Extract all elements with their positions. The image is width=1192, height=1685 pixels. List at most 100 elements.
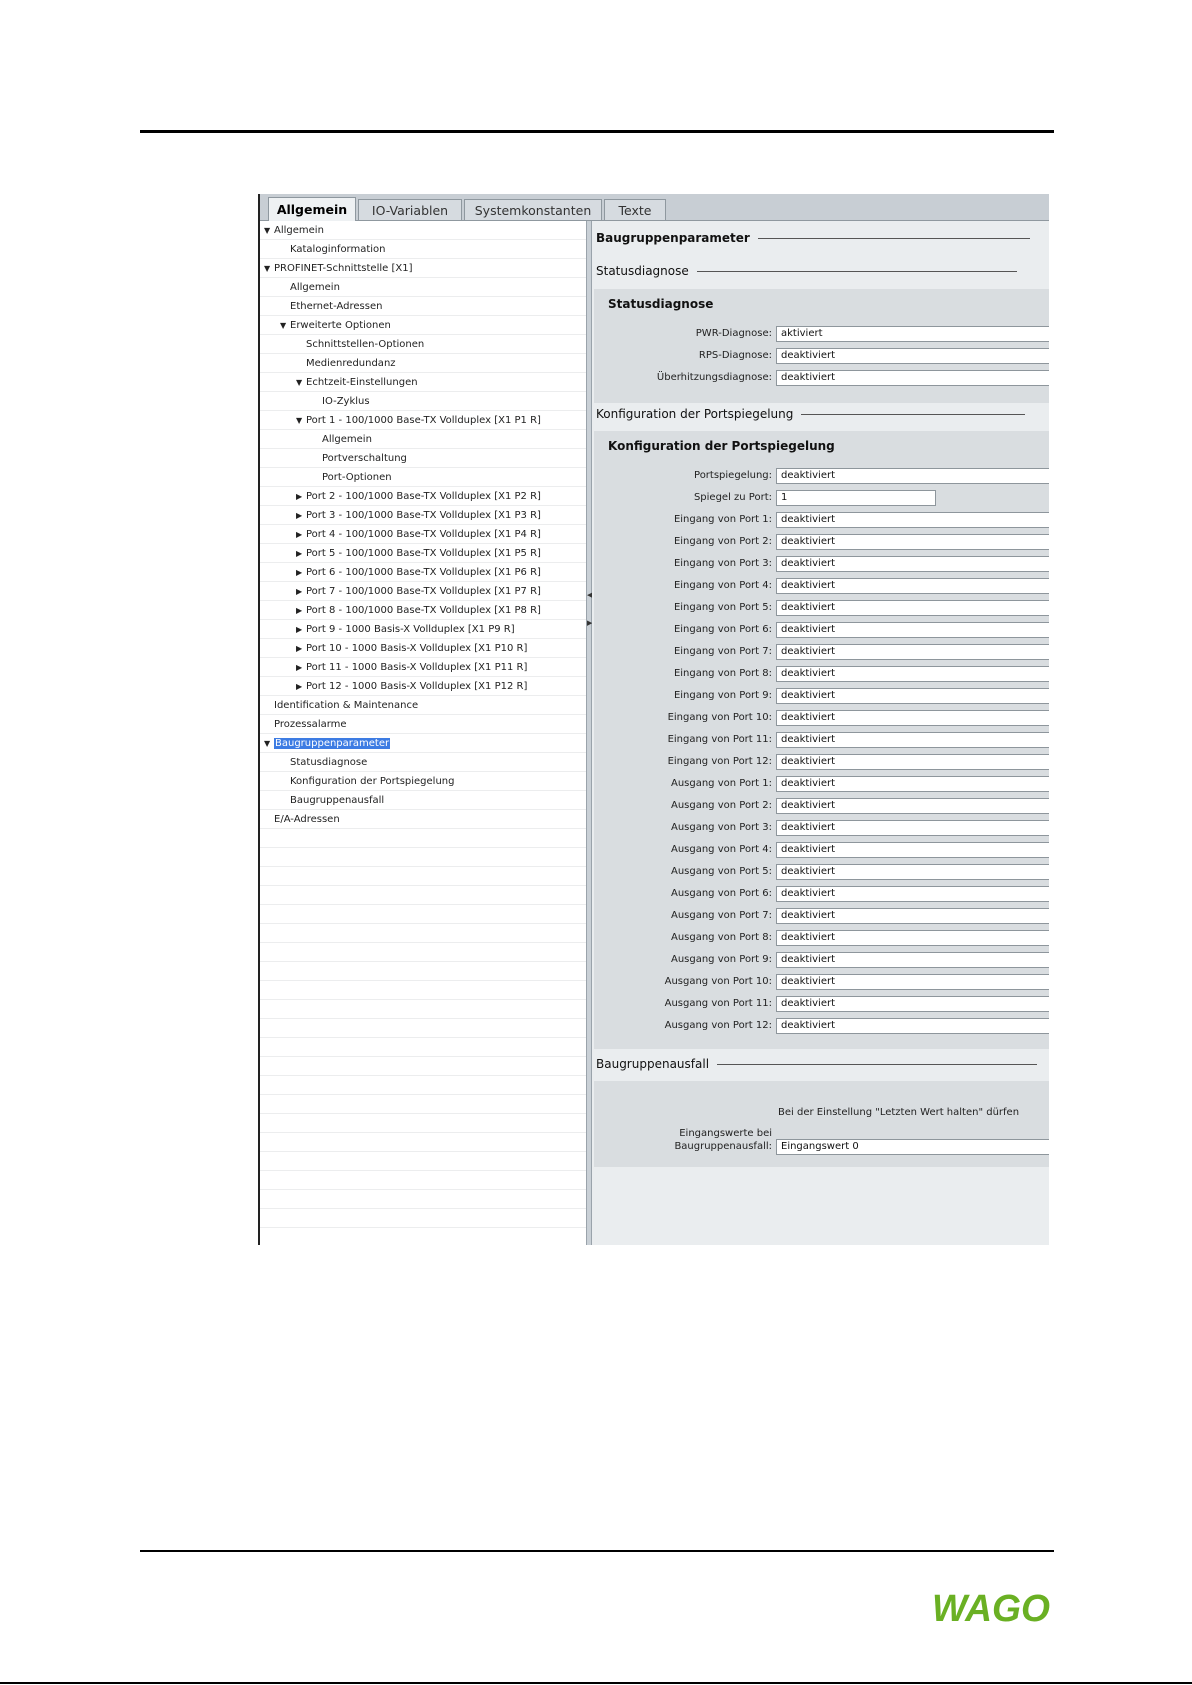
parameter-select[interactable]: deaktiviert: [776, 578, 1049, 594]
tree-item[interactable]: ▼ Echtzeit-Einstellungen: [296, 374, 418, 392]
expand-right-icon[interactable]: ▶: [296, 583, 306, 601]
parameter-label: Ausgang von Port 5:: [670, 866, 772, 877]
parameter-select[interactable]: deaktiviert: [776, 556, 1049, 572]
expand-down-icon[interactable]: ▼: [264, 260, 274, 278]
tree-item[interactable]: ▶ Port 3 - 100/1000 Base-TX Vollduplex [X…: [296, 507, 541, 525]
eingangswerte-select[interactable]: Eingangswert 0: [776, 1139, 1049, 1155]
tab-texte[interactable]: Texte: [604, 199, 666, 220]
expand-right-icon[interactable]: ▶: [296, 488, 306, 506]
parameter-label: Portspiegelung:: [694, 470, 772, 481]
parameter-row: Ausgang von Port 3: deaktiviert: [594, 820, 1049, 838]
tab-allgemein[interactable]: Allgemein: [268, 197, 356, 221]
tree-item[interactable]: Identification & Maintenance: [264, 697, 418, 715]
parameter-select[interactable]: deaktiviert: [776, 1018, 1049, 1034]
wago-logo: WAGO: [932, 1588, 1050, 1628]
parameter-select[interactable]: deaktiviert: [776, 732, 1049, 748]
expand-down-icon[interactable]: ▼: [264, 735, 274, 753]
parameter-select[interactable]: aktiviert: [776, 326, 1049, 342]
baugruppenausfall-box: Bei der Einstellung "Letzten Wert halten…: [594, 1081, 1049, 1167]
expand-down-icon[interactable]: ▼: [296, 412, 306, 430]
tree-item[interactable]: Port-Optionen: [312, 469, 392, 487]
expand-right-icon[interactable]: ▶: [296, 621, 306, 639]
parameter-select[interactable]: deaktiviert: [776, 512, 1049, 528]
tree-item[interactable]: ▶ Port 8 - 100/1000 Base-TX Vollduplex [X…: [296, 602, 541, 620]
parameter-label: Ausgang von Port 9:: [670, 954, 772, 965]
parameter-select[interactable]: deaktiviert: [776, 820, 1049, 836]
tree-item[interactable]: ▶ Port 6 - 100/1000 Base-TX Vollduplex [X…: [296, 564, 541, 582]
parameter-select[interactable]: deaktiviert: [776, 952, 1049, 968]
tree-item[interactable]: IO-Zyklus: [312, 393, 370, 411]
parameter-select[interactable]: deaktiviert: [776, 798, 1049, 814]
expand-right-icon[interactable]: ▶: [296, 602, 306, 620]
tree-item[interactable]: Ethernet-Adressen: [280, 298, 382, 316]
expand-down-icon[interactable]: ▼: [264, 222, 274, 240]
parameter-select[interactable]: deaktiviert: [776, 644, 1049, 660]
expand-right-icon[interactable]: ▶: [296, 659, 306, 677]
baugruppenausfall-note: Bei der Einstellung "Letzten Wert halten…: [778, 1107, 1020, 1118]
parameter-select[interactable]: deaktiviert: [776, 908, 1049, 924]
tree-item-label: Portverschaltung: [322, 453, 407, 464]
tree-item-label: Port 1 - 100/1000 Base-TX Vollduplex [X1…: [306, 415, 541, 426]
tree-item[interactable]: Allgemein: [312, 431, 372, 449]
expand-right-icon[interactable]: ▶: [296, 564, 306, 582]
tree-item[interactable]: ▶ Port 4 - 100/1000 Base-TX Vollduplex [X…: [296, 526, 541, 544]
parameter-select[interactable]: deaktiviert: [776, 468, 1049, 484]
tree-item[interactable]: Baugruppenausfall: [280, 792, 384, 810]
tree-item[interactable]: ▼ Erweiterte Optionen: [280, 317, 391, 335]
parameter-select[interactable]: deaktiviert: [776, 996, 1049, 1012]
tree-item[interactable]: ▶ Port 10 - 1000 Basis-X Vollduplex [X1 P…: [296, 640, 527, 658]
tree-item[interactable]: ▼ PROFINET-Schnittstelle [X1]: [264, 260, 412, 278]
parameter-select[interactable]: deaktiviert: [776, 776, 1049, 792]
tree-item[interactable]: Portverschaltung: [312, 450, 407, 468]
navigation-tree: ▼ Allgemein Kataloginformation ▼ PROFINET-Sc…: [260, 221, 586, 1245]
tree-item[interactable]: Allgemein: [280, 279, 340, 297]
tree-item[interactable]: ▼ Allgemein: [264, 222, 324, 240]
parameter-row: Ausgang von Port 5: deaktiviert: [594, 864, 1049, 882]
parameter-select[interactable]: deaktiviert: [776, 864, 1049, 880]
tree-item[interactable]: ▶ Port 5 - 100/1000 Base-TX Vollduplex [X…: [296, 545, 541, 563]
parameter-select[interactable]: deaktiviert: [776, 930, 1049, 946]
parameter-select[interactable]: deaktiviert: [776, 754, 1049, 770]
expand-right-icon[interactable]: ▶: [296, 526, 306, 544]
tree-item[interactable]: ▶ Port 9 - 1000 Basis-X Vollduplex [X1 P9…: [296, 621, 515, 639]
port-number-input[interactable]: 1: [776, 490, 936, 506]
parameter-select[interactable]: deaktiviert: [776, 370, 1049, 386]
tab-io-variablen[interactable]: IO-Variablen: [358, 199, 462, 220]
tree-item[interactable]: Kataloginformation: [280, 241, 386, 259]
tree-item-label: Port 3 - 100/1000 Base-TX Vollduplex [X1…: [306, 510, 541, 521]
wago-logo-text: WAGO: [932, 1588, 1050, 1628]
tree-item[interactable]: ▶ Port 11 - 1000 Basis-X Vollduplex [X1 P…: [296, 659, 527, 677]
tree-item-label: Port 4 - 100/1000 Base-TX Vollduplex [X1…: [306, 529, 541, 540]
parameter-select[interactable]: deaktiviert: [776, 710, 1049, 726]
parameter-label: Eingang von Port 2:: [673, 536, 772, 547]
tree-item[interactable]: ▼ Port 1 - 100/1000 Base-TX Vollduplex [X…: [296, 412, 541, 430]
tree-item[interactable]: Schnittstellen-Optionen: [296, 336, 424, 354]
parameter-select[interactable]: deaktiviert: [776, 622, 1049, 638]
tree-item[interactable]: ▶ Port 12 - 1000 Basis-X Vollduplex [X1 P…: [296, 678, 527, 696]
expand-right-icon[interactable]: ▶: [296, 507, 306, 525]
parameter-select[interactable]: deaktiviert: [776, 348, 1049, 364]
parameter-select[interactable]: deaktiviert: [776, 974, 1049, 990]
tree-item[interactable]: Statusdiagnose: [280, 754, 367, 772]
tab-bar: Allgemein IO-Variablen Systemkonstanten …: [260, 194, 1049, 221]
parameter-select[interactable]: deaktiviert: [776, 600, 1049, 616]
parameter-select[interactable]: deaktiviert: [776, 666, 1049, 682]
parameter-select[interactable]: deaktiviert: [776, 886, 1049, 902]
expand-right-icon[interactable]: ▶: [296, 545, 306, 563]
tree-item[interactable]: E/A-Adressen: [264, 811, 340, 829]
parameter-select[interactable]: deaktiviert: [776, 842, 1049, 858]
expand-down-icon[interactable]: ▼: [296, 374, 306, 392]
tree-item[interactable]: ▶ Port 2 - 100/1000 Base-TX Vollduplex [X…: [296, 488, 541, 506]
tree-item[interactable]: Medienredundanz: [296, 355, 396, 373]
tree-item[interactable]: Konfiguration der Portspiegelung: [280, 773, 454, 791]
tab-systemkonstanten[interactable]: Systemkonstanten: [464, 199, 602, 220]
expand-right-icon[interactable]: ▶: [296, 640, 306, 658]
expand-right-icon[interactable]: ▶: [296, 678, 306, 696]
parameter-select[interactable]: deaktiviert: [776, 534, 1049, 550]
tree-item[interactable]: Prozessalarme: [264, 716, 347, 734]
expand-down-icon[interactable]: ▼: [280, 317, 290, 335]
parameter-select[interactable]: deaktiviert: [776, 688, 1049, 704]
tree-item-label: Port 11 - 1000 Basis-X Vollduplex [X1 P1…: [306, 662, 528, 673]
tree-item[interactable]: ▶ Port 7 - 100/1000 Base-TX Vollduplex [X…: [296, 583, 541, 601]
tree-item[interactable]: ▼ Baugruppenparameter: [264, 735, 391, 753]
